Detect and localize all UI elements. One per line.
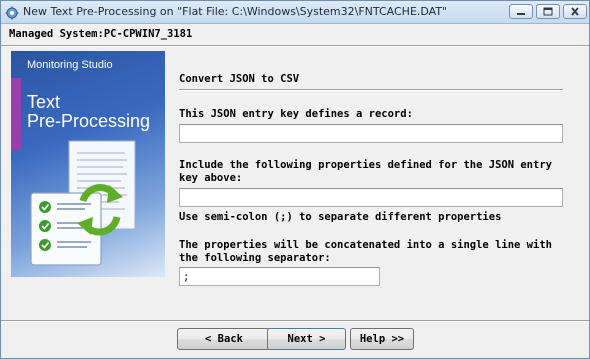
window-title: New Text Pre-Processing on "Flat File: C… (23, 5, 448, 18)
banner-title: Text Pre-Processing (27, 93, 150, 131)
record-key-label: This JSON entry key defines a record: (179, 108, 413, 120)
banner-title-line2: Pre-Processing (27, 111, 151, 131)
close-icon (571, 7, 579, 16)
properties-hint: Use semi-colon (;) to separate different… (179, 211, 502, 223)
next-button[interactable]: Next > (267, 328, 346, 350)
app-gear-icon (5, 5, 19, 20)
maximize-button[interactable] (536, 4, 560, 19)
banner-title-line1: Text (27, 92, 61, 112)
banner-brand: Monitoring Studio (27, 59, 113, 71)
close-button[interactable] (563, 4, 587, 19)
help-button[interactable]: Help >> (350, 328, 414, 350)
properties-input[interactable] (179, 188, 563, 207)
managed-system-label: Managed System:PC-CPWIN7_3181 (9, 28, 193, 40)
wizard-window: New Text Pre-Processing on "Flat File: C… (0, 0, 590, 359)
header-divider (1, 45, 589, 47)
document-checklist-refresh-icon (30, 140, 136, 266)
properties-label: Include the following properties defined… (179, 159, 552, 184)
section-heading: Convert JSON to CSV (179, 73, 300, 85)
maximize-icon (543, 7, 553, 16)
heading-divider (179, 89, 563, 91)
banner-accent-stripe (11, 78, 21, 150)
title-bar[interactable]: New Text Pre-Processing on "Flat File: C… (1, 1, 589, 24)
separator-label: The properties will be concatenated into… (179, 239, 552, 264)
minimize-icon (517, 13, 525, 15)
minimize-button[interactable] (509, 4, 533, 19)
back-button[interactable]: < Back (177, 328, 271, 350)
record-key-input[interactable] (179, 124, 563, 143)
footer-divider (1, 320, 589, 322)
separator-input[interactable] (179, 267, 380, 286)
wizard-banner: Monitoring Studio Text Pre-Processing (11, 51, 165, 277)
